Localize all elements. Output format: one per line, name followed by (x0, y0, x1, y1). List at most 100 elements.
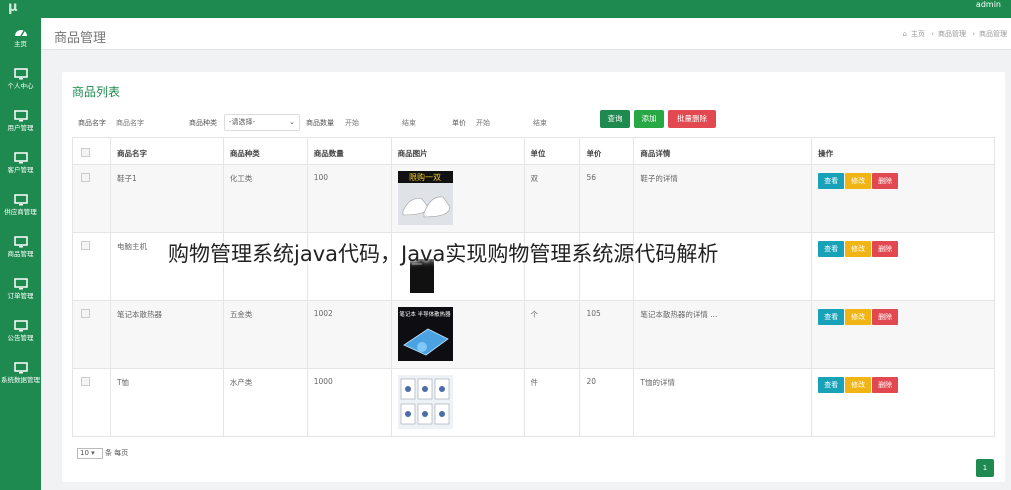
edit-button[interactable]: 修改 (845, 309, 872, 325)
view-button[interactable]: 查看 (818, 173, 845, 189)
monitor-icon (13, 194, 28, 206)
edit-button[interactable]: 修改 (845, 241, 872, 257)
cell-image: 限购一双 (390, 164, 525, 233)
select-all-checkbox[interactable] (81, 148, 90, 157)
breadcrumb-products[interactable]: 商品管理 (938, 30, 966, 38)
cell-type: 水产类 (222, 368, 308, 437)
table-row: 笔记本散热器 五金类 1002 笔记本 半导体散热器 个 105 笔记本散热器的… (72, 300, 995, 369)
price-label: 单价 (452, 119, 466, 127)
breadcrumb-home[interactable]: 主页 (911, 30, 925, 38)
breadcrumb-separator: › (972, 30, 975, 38)
product-table: 商品名字 商品种类 商品数量 商品图片 单位 单价 商品详情 操作 鞋子1 化工… (72, 137, 995, 437)
sidebar-item-home[interactable]: 主页 (0, 22, 41, 62)
watermark-caption: 购物管理系统java代码，Java实现购物管理系统源代码解析 (168, 242, 719, 266)
cell-price: 105 (579, 300, 635, 369)
query-button[interactable]: 查询 (600, 110, 630, 128)
monitor-icon (13, 110, 28, 122)
sidebar-item-label: 商品管理 (7, 250, 34, 258)
cell-name: 鞋子1 (109, 164, 224, 233)
monitor-icon (13, 236, 28, 248)
sidebar-item-profile[interactable]: 个人中心 (0, 64, 41, 104)
sidebar-item-label: 订单管理 (7, 292, 34, 300)
breadcrumb: ⌂ 主页 › 商品管理 › 商品管理 (902, 29, 1011, 39)
delete-button[interactable]: 删除 (872, 309, 899, 325)
column-header: 商品图片 (390, 137, 525, 165)
type-select[interactable]: -请选择- ⌄ (224, 114, 300, 131)
breadcrumb-separator: › (931, 30, 934, 38)
monitor-icon (13, 152, 28, 164)
sidebar-item-customers[interactable]: 客户管理 (0, 148, 41, 188)
cell-actions: 查看 修改 删除 (811, 164, 995, 233)
search-bar: 商品名字 商品种类 -请选择- ⌄ 商品数量 单价 查询 添加 批量删除 (62, 110, 1005, 134)
sidebar-item-orders[interactable]: 订单管理 (0, 274, 41, 314)
row-checkbox[interactable] (81, 173, 90, 182)
view-button[interactable]: 查看 (818, 241, 845, 257)
cell-detail: 笔记本散热器的详情 ... (633, 300, 813, 369)
qty-end-input[interactable] (398, 114, 448, 132)
price-start-input[interactable] (472, 114, 527, 132)
table-header-row: 商品名字 商品种类 商品数量 商品图片 单位 单价 商品详情 操作 (72, 137, 995, 165)
sidebar-item-label: 用户管理 (7, 124, 34, 132)
edit-button[interactable]: 修改 (845, 173, 872, 189)
column-header: 商品详情 (633, 137, 813, 165)
column-header: 单价 (579, 137, 635, 165)
sidebar-item-notices[interactable]: 公告管理 (0, 316, 41, 356)
name-label: 商品名字 (78, 119, 106, 127)
sidebar-item-users[interactable]: 用户管理 (0, 106, 41, 146)
table-row: 鞋子1 化工类 100 限购一双 双 56 鞋子的详情 查看 修改 删除 (72, 164, 995, 233)
page-title: 商品管理 (54, 31, 107, 46)
cell-unit: 件 (523, 368, 581, 437)
product-image-shoes[interactable]: 限购一双 (397, 171, 453, 225)
row-checkbox[interactable] (81, 309, 90, 318)
price-end-input[interactable] (529, 114, 584, 132)
page-header: 商品管理 ⌂ 主页 › 商品管理 › 商品管理 (41, 18, 1011, 50)
column-header: 操作 (811, 137, 995, 165)
row-checkbox[interactable] (81, 241, 90, 250)
view-button[interactable]: 查看 (818, 309, 845, 325)
sidebar-item-label: 公告管理 (7, 334, 34, 342)
sidebar-item-products[interactable]: 商品管理 (0, 232, 41, 272)
cell-qty: 100 (306, 164, 392, 233)
sidebar-item-suppliers[interactable]: 供应商管理 (0, 190, 41, 230)
qty-start-input[interactable] (341, 114, 396, 132)
sidebar-item-label: 个人中心 (7, 82, 34, 90)
column-header: 单位 (523, 137, 581, 165)
cell-type: 化工类 (222, 164, 308, 233)
cell-detail: T恤的详情 (633, 368, 813, 437)
monitor-icon (13, 362, 28, 374)
monitor-icon (13, 278, 28, 290)
cell-price: 20 (579, 368, 635, 437)
page-size-select[interactable]: 10 ▾ (77, 448, 103, 459)
panel-title: 商品列表 (72, 85, 121, 99)
image-caption: 限购一双 (409, 172, 441, 182)
top-bar: μ admin (0, 0, 1011, 18)
user-menu[interactable]: admin (976, 0, 1001, 10)
cell-actions: 查看 修改 删除 (811, 300, 995, 369)
cell-image (390, 368, 525, 437)
column-header: 商品名字 (109, 137, 224, 165)
page-button-current[interactable]: 1 (976, 459, 994, 477)
breadcrumb-current: 商品管理 (979, 30, 1007, 38)
add-button[interactable]: 添加 (634, 110, 664, 128)
delete-button[interactable]: 删除 (872, 241, 899, 257)
table-row: T恤 水产类 1000 件 20 T恤的详情 查看 修改 删除 (72, 368, 995, 437)
sidebar-item-label: 客户管理 (7, 166, 34, 174)
cell-name: T恤 (109, 368, 224, 437)
sidebar-item-label: 主页 (14, 40, 27, 48)
monitor-icon (13, 320, 28, 332)
qty-label: 商品数量 (306, 119, 334, 127)
delete-button[interactable]: 删除 (872, 377, 899, 393)
row-checkbox[interactable] (81, 377, 90, 386)
page-size-control: 10 ▾ 条 每页 (77, 448, 128, 459)
view-button[interactable]: 查看 (818, 377, 845, 393)
name-search-input[interactable] (112, 114, 182, 132)
sidebar-item-system-data[interactable]: 系统数据管理 (0, 358, 41, 398)
sidebar: 主页 个人中心 用户管理 客户管理 供应商管理 商品管理 订单管理 公告管理 系… (0, 18, 41, 490)
cell-detail: 鞋子的详情 (633, 164, 813, 233)
product-image-cooler[interactable]: 笔记本 半导体散热器 (397, 307, 453, 361)
product-image-tshirts[interactable] (397, 375, 453, 429)
delete-button[interactable]: 删除 (872, 173, 899, 189)
edit-button[interactable]: 修改 (845, 377, 872, 393)
batch-delete-button[interactable]: 批量删除 (668, 110, 716, 128)
image-caption: 笔记本 半导体散热器 (399, 310, 451, 318)
